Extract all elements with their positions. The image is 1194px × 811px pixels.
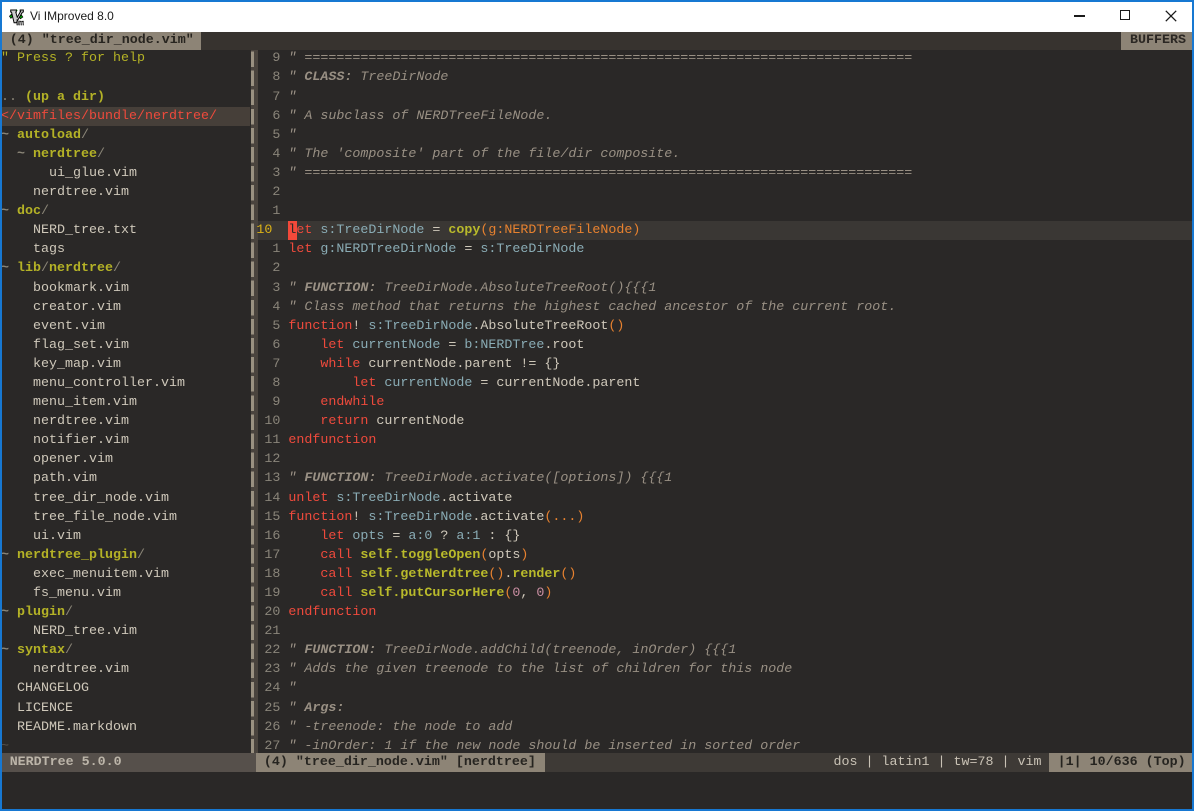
svg-text:im: im — [16, 19, 24, 25]
